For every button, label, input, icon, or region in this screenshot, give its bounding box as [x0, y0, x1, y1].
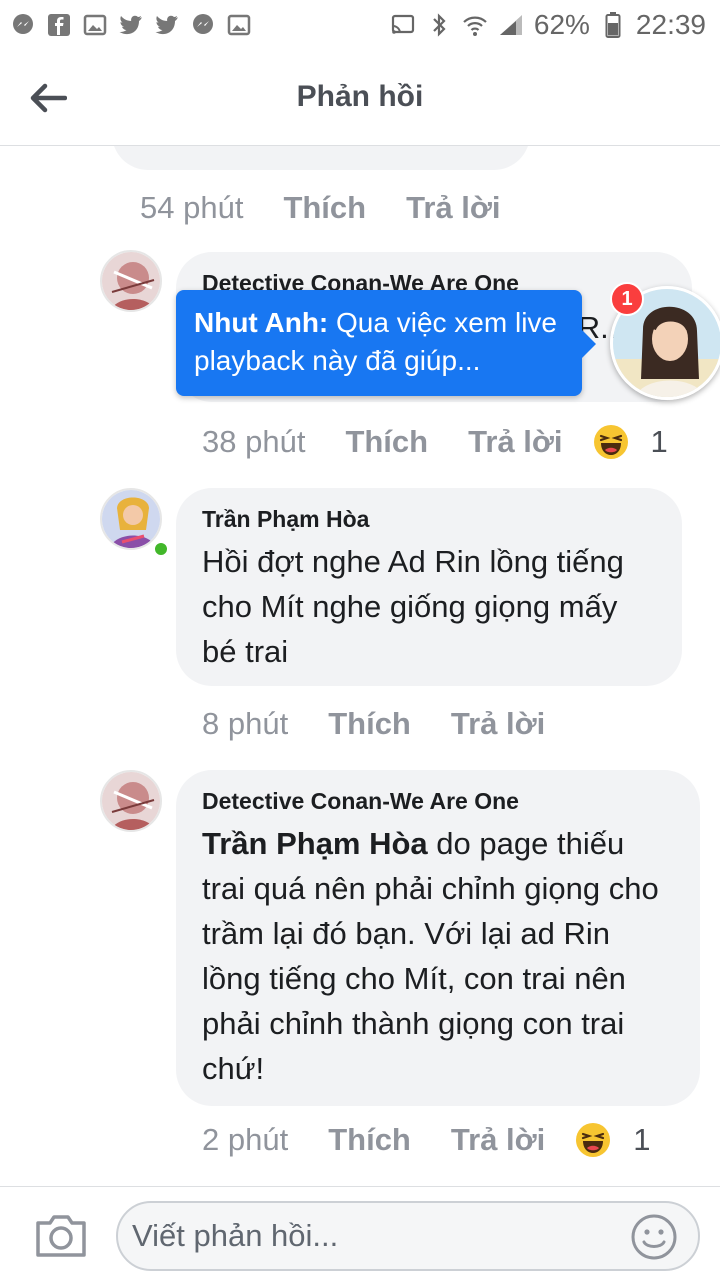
comment-author[interactable]: Detective Conan-We Are One [202, 788, 674, 815]
twitter-icon [118, 12, 144, 38]
comment-author[interactable]: Trần Phạm Hòa [202, 506, 656, 533]
comment-bubble[interactable] [112, 146, 530, 170]
messenger-icon [190, 12, 216, 38]
comment-meta: 2 phút Thích Trả lời 1 [202, 1122, 651, 1158]
like-button[interactable]: Thích [328, 706, 411, 742]
comment-time: 38 phút [202, 424, 306, 459]
status-bar: 62% 22:39 [0, 0, 720, 50]
online-status-dot [152, 540, 170, 558]
comment-meta: 54 phút Thích Trả lời [140, 190, 541, 226]
reply-composer [0, 1186, 720, 1280]
comment-body: do page thiếu trai quá nên phải chỉnh gi… [202, 826, 659, 1086]
comment-bubble[interactable]: Trần Phạm Hòa Hồi đợt nghe Ad Rin lồng t… [176, 488, 682, 686]
comment-time: 8 phút [202, 706, 289, 741]
like-button[interactable]: Thích [283, 190, 366, 226]
preview-pointer [582, 330, 596, 358]
reaction-count: 1 [633, 1122, 651, 1157]
twitter-icon [154, 12, 180, 38]
camera-icon [36, 1215, 86, 1257]
image-icon [226, 12, 252, 38]
comment-text: Hồi đợt nghe Ad Rin lồng tiếng cho Mít n… [202, 544, 624, 669]
comment-time: 54 phút [140, 190, 244, 225]
reply-button[interactable]: Trả lời [451, 706, 545, 742]
image-icon [82, 12, 108, 38]
avatar[interactable] [100, 250, 162, 312]
comment-meta: 38 phút Thích Trả lời 1 [202, 424, 668, 460]
facebook-icon [46, 12, 72, 38]
signal-icon [498, 12, 524, 38]
like-button[interactable]: Thích [345, 424, 428, 460]
avatar[interactable] [100, 770, 162, 832]
notification-icons [10, 12, 252, 38]
reply-button[interactable]: Trả lời [468, 424, 562, 460]
chat-head[interactable]: 1 [610, 282, 720, 408]
message-sender: Nhut Anh: [194, 307, 329, 338]
mention-link[interactable]: Trần Phạm Hòa [202, 826, 428, 861]
wifi-icon [462, 12, 488, 38]
header: Phản hồi [0, 50, 720, 146]
reply-button[interactable]: Trả lời [451, 1122, 545, 1158]
camera-button[interactable] [34, 1211, 88, 1259]
comment-time: 2 phút [202, 1122, 289, 1157]
battery-percent: 62% [533, 9, 590, 40]
comment-bubble[interactable]: Detective Conan-We Are One Trần Phạm Hòa… [176, 770, 700, 1106]
smiley-icon [631, 1214, 677, 1260]
system-status: 62% 22:39 [390, 9, 706, 41]
haha-reaction-icon[interactable] [575, 1122, 611, 1158]
chat-head-message-preview[interactable]: Nhut Anh: Qua việc xem live playback này… [176, 290, 596, 396]
avatar[interactable] [100, 488, 162, 550]
comment-meta: 8 phút Thích Trả lời [202, 706, 585, 742]
clock: 22:39 [635, 9, 706, 40]
battery-icon [600, 12, 626, 38]
unread-badge: 1 [610, 282, 644, 316]
messenger-icon [10, 12, 36, 38]
emoji-button[interactable] [630, 1213, 678, 1261]
bluetooth-icon [426, 12, 452, 38]
reaction-count: 1 [650, 424, 668, 459]
reply-input[interactable] [116, 1201, 700, 1271]
comment-text: Trần Phạm Hòa do page thiếu trai quá nên… [202, 821, 674, 1091]
reply-button[interactable]: Trả lời [406, 190, 500, 226]
cast-icon [390, 12, 416, 38]
like-button[interactable]: Thích [328, 1122, 411, 1158]
haha-reaction-icon[interactable] [593, 424, 629, 460]
page-title: Phản hồi [296, 80, 424, 113]
